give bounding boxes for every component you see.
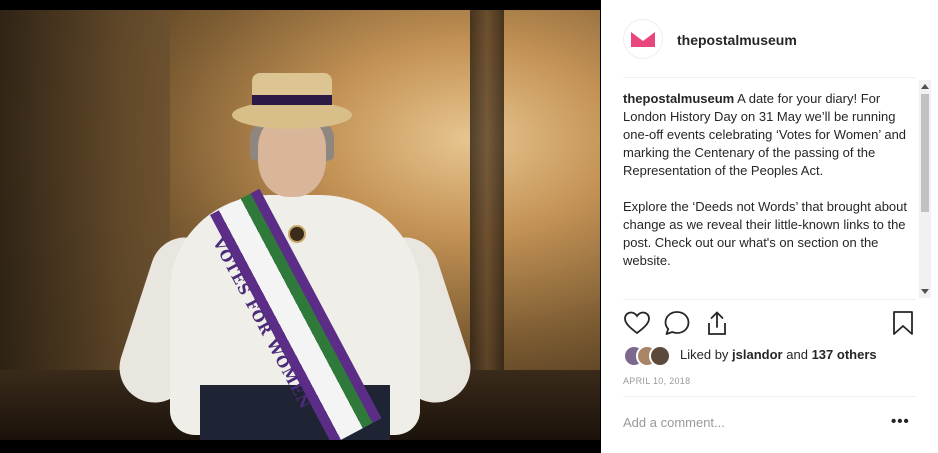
post-date[interactable]: APRIL 10, 2018 [623,376,690,386]
caption-scroll-area[interactable]: thepostalmuseum A date for your diary! F… [623,90,915,298]
post-header: thepostalmuseum [601,0,938,78]
divider [623,396,916,397]
divider [623,77,916,78]
likes-text: Liked by jslandor and 137 others [680,347,877,362]
liker-avatar[interactable] [649,345,671,367]
heart-icon [624,311,650,335]
post-username[interactable]: thepostalmuseum [677,32,797,48]
more-options-button[interactable]: ••• [891,413,910,430]
scroll-down-arrow-icon[interactable] [921,289,929,294]
envelope-logo-icon [631,32,655,47]
post-side-panel: thepostalmuseum thepostalmuseum A date f… [601,0,938,453]
divider [623,299,916,300]
caption-username[interactable]: thepostalmuseum [623,91,734,106]
hat-band [252,95,332,105]
profile-avatar[interactable] [623,19,663,59]
liked-by-user-link[interactable]: jslandor [732,347,783,362]
likes-summary: Liked by jslandor and 137 others [623,345,923,367]
caption: thepostalmuseum A date for your diary! F… [623,90,915,270]
comment-button[interactable] [663,309,691,337]
scroll-up-arrow-icon[interactable] [921,84,929,89]
caption-text-2: Explore the ‘Deeds not Words’ that broug… [623,199,908,268]
liked-by-others-link[interactable]: 137 others [812,347,877,362]
comment-icon [664,311,690,335]
suffragette-figure: VOTES FOR WOMEN [110,65,480,440]
share-button[interactable] [703,309,731,337]
bookmark-icon [893,311,913,335]
share-icon [708,311,726,335]
caption-scrollbar[interactable] [919,80,931,298]
hat-brim [232,101,352,129]
save-button[interactable] [889,309,917,337]
post-photo[interactable]: VOTES FOR WOMEN [0,10,600,440]
like-button[interactable] [623,309,651,337]
action-bar [623,309,915,339]
comment-input[interactable]: Add a comment... [623,415,725,430]
scrollbar-thumb[interactable] [921,94,929,212]
brooch [288,225,306,243]
